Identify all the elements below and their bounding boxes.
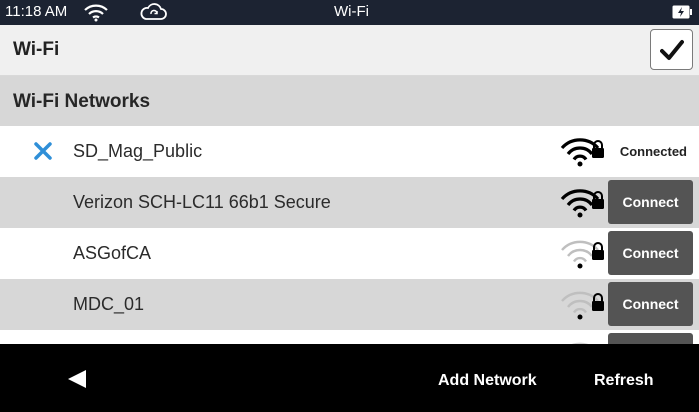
connect-button[interactable]: Connect [608, 231, 693, 275]
network-row[interactable]: MDC_01 Connect [0, 279, 699, 330]
wifi-lock-icon [561, 291, 604, 320]
add-network-button[interactable]: Add Network [438, 372, 537, 390]
checkmark-icon [660, 40, 684, 60]
network-ssid: SD_Mag_Public [73, 141, 203, 161]
wifi-lock-icon [560, 189, 604, 218]
bottom-bar: Add Network Refresh [0, 344, 699, 412]
network-ssid: ASGofCA [73, 243, 152, 263]
page-title: Wi-Fi [13, 39, 60, 60]
network-row[interactable]: SD_Mag_Public Connected [0, 126, 699, 177]
connect-button[interactable]: Connect [608, 282, 693, 326]
section-label: Wi-Fi Networks [13, 91, 151, 112]
refresh-button[interactable]: Refresh [594, 372, 654, 390]
status-bar: 11:18 AM Wi-Fi [0, 0, 699, 25]
network-row[interactable]: ASGofCA Connect [0, 228, 699, 279]
connect-button[interactable]: Connect [608, 180, 693, 224]
network-row[interactable]: Verizon SCH-LC11 66b1 Secure Connect [0, 177, 699, 228]
network-ssid: MDC_01 [73, 294, 145, 314]
battery-charging-icon [672, 5, 692, 19]
confirm-button[interactable] [650, 29, 693, 70]
x-icon[interactable] [34, 142, 52, 160]
network-ssid: Verizon SCH-LC11 66b1 Secure [73, 192, 331, 212]
connection-status: Connected [619, 144, 687, 159]
status-title: Wi-Fi [334, 3, 369, 20]
section-header: Wi-Fi Networks [0, 76, 699, 126]
wifi-lock-icon [561, 240, 604, 269]
back-arrow-icon[interactable] [66, 368, 88, 390]
wifi-lock-icon [560, 138, 604, 167]
header-bar: Wi-Fi [0, 25, 699, 76]
